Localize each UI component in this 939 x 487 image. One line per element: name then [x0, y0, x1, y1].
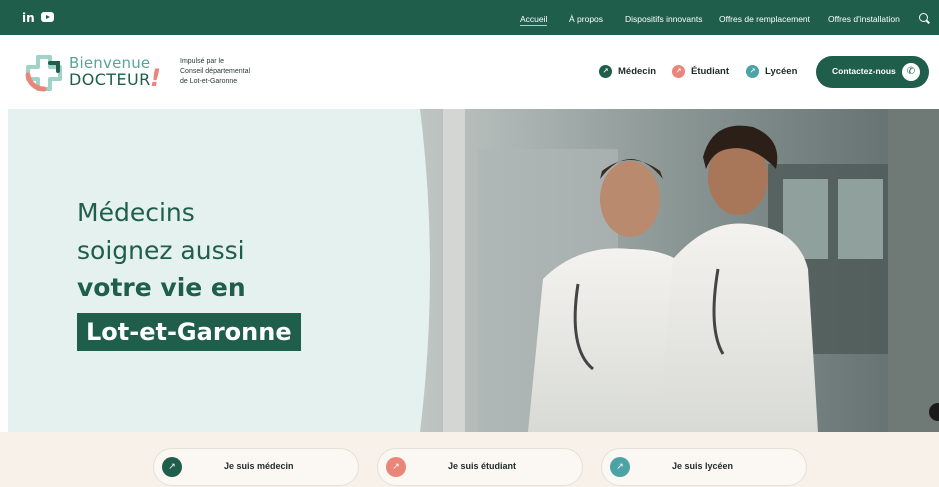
audience-lyceen-link[interactable]: Lycéen [746, 63, 797, 79]
audience-label: Étudiant [691, 65, 729, 77]
choice-label: Je suis étudiant [448, 461, 517, 471]
youtube-icon[interactable] [41, 12, 54, 22]
audience-etudiant-link[interactable]: Étudiant [672, 63, 729, 79]
logo-exclamation: ! [150, 64, 161, 92]
phone-icon [902, 63, 920, 81]
choice-medecin-button[interactable]: Je suis médecin [153, 448, 359, 486]
tagline-line: Conseil départemental [180, 68, 251, 75]
audience-label: Médecin [618, 65, 657, 77]
nav-offres-installation[interactable]: Offres d'installation [828, 14, 900, 24]
search-icon[interactable] [919, 13, 928, 22]
hero-banner [8, 109, 939, 432]
arrow-icon [162, 457, 182, 477]
arrow-icon [599, 64, 612, 78]
tagline-line: de Lot-et-Garonne [180, 78, 238, 85]
arrow-icon [610, 457, 630, 477]
tagline: Impulsé par le Conseil départemental de … [180, 57, 270, 87]
choice-etudiant-button[interactable]: Je suis étudiant [377, 448, 583, 486]
contact-button[interactable]: Contactez-nous [816, 56, 929, 88]
hero-title-line-2: soignez aussi [77, 236, 245, 265]
nav-a-propos[interactable]: À propos [569, 14, 603, 24]
linkedin-icon[interactable]: in [22, 11, 35, 25]
hero-photo-doctors [420, 109, 939, 432]
audience-label: Lycéen [765, 65, 798, 77]
hero-title-highlight: Lot-et-Garonne [77, 313, 301, 351]
contact-label: Contactez-nous [832, 66, 896, 76]
arrow-icon [672, 64, 685, 78]
hero-title-line-1: Médecins [77, 198, 195, 227]
nav-dispositifs-innovants[interactable]: Dispositifs innovants [625, 14, 702, 24]
nav-accueil[interactable]: Accueil [520, 14, 548, 26]
audience-medecin-link[interactable]: Médecin [599, 63, 656, 79]
logo-docteur[interactable]: DOCTEUR [69, 70, 151, 89]
top-bar: in Accueil À propos Dispositifs innovant… [0, 0, 939, 35]
choice-lyceen-button[interactable]: Je suis lycéen [601, 448, 807, 486]
arrow-icon [746, 64, 759, 78]
tagline-line: Impulsé par le [180, 58, 224, 65]
choice-label: Je suis lycéen [672, 461, 734, 471]
choice-label: Je suis médecin [224, 461, 294, 471]
logo-cross-icon[interactable] [24, 53, 64, 93]
arrow-icon [386, 457, 406, 477]
nav-offres-remplacement[interactable]: Offres de remplacement [719, 14, 810, 24]
hero-title-line-3: votre vie en [77, 273, 246, 302]
